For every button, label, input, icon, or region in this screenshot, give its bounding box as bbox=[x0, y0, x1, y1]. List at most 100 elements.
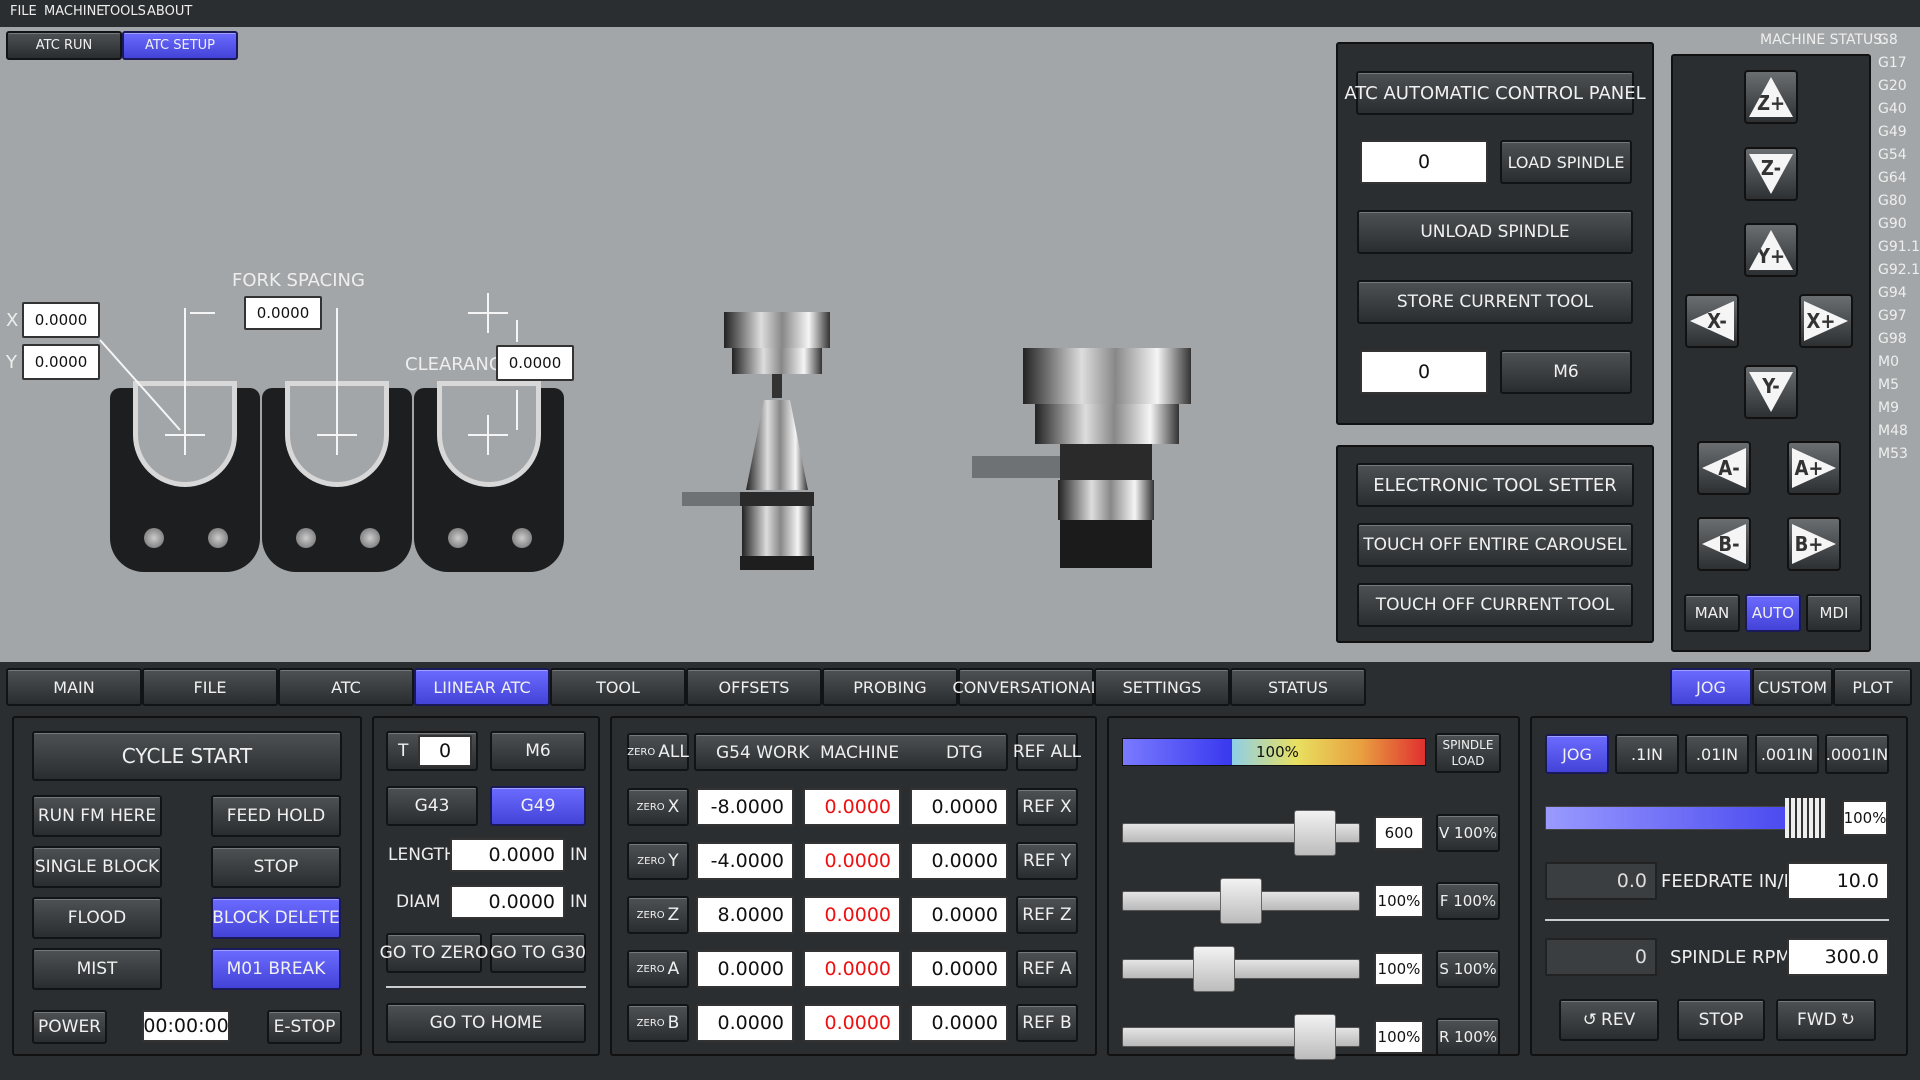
block-delete-button[interactable]: BLOCK DELETE bbox=[211, 897, 341, 939]
atc-tool-number-input[interactable]: 0 bbox=[1360, 140, 1488, 184]
main-tab-2[interactable]: ATC bbox=[278, 668, 414, 706]
menu-machine[interactable]: MACHINE bbox=[44, 4, 105, 19]
jog-speed-handle[interactable] bbox=[1785, 798, 1827, 838]
touch-off-current-tool-button[interactable]: TOUCH OFF CURRENT TOOL bbox=[1357, 583, 1633, 627]
jog-z-minus-button[interactable]: Z- bbox=[1744, 147, 1798, 201]
jog-b-plus-button[interactable]: B+ bbox=[1787, 517, 1841, 571]
go-to-home-button[interactable]: GO TO HOME bbox=[386, 1003, 586, 1043]
mode-mdi-button[interactable]: MDI bbox=[1806, 594, 1862, 632]
single-block-button[interactable]: SINGLE BLOCK bbox=[32, 846, 162, 888]
y-offset-input[interactable]: 0.0000 bbox=[22, 344, 100, 380]
stop-button[interactable]: STOP bbox=[211, 846, 341, 888]
mode-man-button[interactable]: MAN bbox=[1684, 594, 1740, 632]
feed-hold-button[interactable]: FEED HOLD bbox=[211, 795, 341, 837]
jog-x-plus-button[interactable]: X+ bbox=[1799, 294, 1853, 348]
mode-auto-button[interactable]: AUTO bbox=[1745, 594, 1801, 632]
main-tab-6[interactable]: PROBING bbox=[822, 668, 958, 706]
override-slider-handle-0[interactable] bbox=[1294, 810, 1337, 856]
zero-all-button[interactable]: ZERO ALL bbox=[627, 733, 689, 771]
jog-y-minus-button[interactable]: Y- bbox=[1744, 365, 1798, 419]
override-slider-handle-2[interactable] bbox=[1192, 946, 1235, 992]
main-tab-9[interactable]: STATUS bbox=[1230, 668, 1366, 706]
fork-spacing-input[interactable]: 0.0000 bbox=[244, 296, 322, 330]
override-button-2[interactable]: S 100% bbox=[1436, 950, 1500, 988]
work-x-value[interactable]: -8.0000 bbox=[696, 788, 794, 826]
right-tab-plot[interactable]: PLOT bbox=[1833, 668, 1912, 706]
override-button-1[interactable]: F 100% bbox=[1436, 882, 1500, 920]
mist-button[interactable]: MIST bbox=[32, 948, 162, 990]
estop-button[interactable]: E-STOP bbox=[267, 1010, 342, 1044]
spindle-stop-button[interactable]: STOP bbox=[1677, 999, 1765, 1041]
spindle-fwd-button[interactable]: FWD ↻ bbox=[1776, 999, 1876, 1041]
jog-increment-0[interactable]: JOG bbox=[1545, 734, 1609, 774]
override-slider-handle-1[interactable] bbox=[1220, 878, 1262, 924]
jog-a-minus-button[interactable]: A- bbox=[1697, 441, 1751, 495]
menu-file[interactable]: FILE bbox=[10, 4, 37, 19]
tool-length-input[interactable]: 0.0000 bbox=[450, 838, 565, 872]
main-tab-7[interactable]: CONVERSATIONAL bbox=[953, 668, 1100, 706]
main-tab-0[interactable]: MAIN bbox=[6, 668, 142, 706]
g43-button[interactable]: G43 bbox=[386, 786, 478, 826]
work-z-value[interactable]: 8.0000 bbox=[696, 896, 794, 934]
x-offset-input[interactable]: 0.0000 bbox=[22, 302, 100, 338]
store-current-tool-button[interactable]: STORE CURRENT TOOL bbox=[1357, 280, 1633, 324]
jog-z-plus-button[interactable]: Z+ bbox=[1744, 70, 1798, 124]
jog-a-plus-button[interactable]: A+ bbox=[1787, 441, 1841, 495]
cycle-start-button[interactable]: CYCLE START bbox=[32, 731, 342, 781]
jog-increment-3[interactable]: .001IN bbox=[1755, 734, 1819, 774]
unload-spindle-button[interactable]: UNLOAD SPINDLE bbox=[1357, 210, 1633, 254]
zero-b-button[interactable]: ZERO B bbox=[627, 1004, 689, 1042]
flood-button[interactable]: FLOOD bbox=[32, 897, 162, 939]
tool-m6-button[interactable]: M6 bbox=[490, 731, 586, 771]
work-y-value[interactable]: -4.0000 bbox=[696, 842, 794, 880]
ref-a-button[interactable]: REF A bbox=[1016, 950, 1078, 988]
menu-tools[interactable]: TOOLS bbox=[102, 4, 146, 19]
work-b-value[interactable]: 0.0000 bbox=[696, 1004, 794, 1042]
m6-tool-number-input[interactable]: 0 bbox=[1360, 350, 1488, 394]
main-tab-3[interactable]: LIINEAR ATC bbox=[414, 668, 550, 706]
override-slider-handle-3[interactable] bbox=[1294, 1014, 1337, 1060]
tab-atc-setup[interactable]: ATC SETUP bbox=[122, 31, 238, 60]
zero-y-button[interactable]: ZERO Y bbox=[627, 842, 689, 880]
clearance-input[interactable]: 0.0000 bbox=[496, 345, 574, 381]
main-tab-4[interactable]: TOOL bbox=[550, 668, 686, 706]
ref-x-button[interactable]: REF X bbox=[1016, 788, 1078, 826]
menu-about[interactable]: ABOUT bbox=[147, 4, 192, 19]
go-to-zero-button[interactable]: GO TO ZERO bbox=[380, 933, 488, 973]
jog-increment-4[interactable]: .0001IN bbox=[1825, 734, 1889, 774]
ref-z-button[interactable]: REF Z bbox=[1016, 896, 1078, 934]
power-button[interactable]: POWER bbox=[32, 1010, 107, 1044]
tool-diam-input[interactable]: 0.0000 bbox=[450, 885, 565, 919]
right-tab-custom[interactable]: CUSTOM bbox=[1752, 668, 1833, 706]
ref-all-button[interactable]: REF ALL bbox=[1013, 733, 1081, 771]
jog-x-minus-button[interactable]: X- bbox=[1685, 294, 1739, 348]
g49-button[interactable]: G49 bbox=[490, 786, 586, 826]
spindle-rpm-input[interactable]: 300.0 bbox=[1787, 938, 1889, 976]
main-tab-8[interactable]: SETTINGS bbox=[1094, 668, 1230, 706]
main-tab-1[interactable]: FILE bbox=[142, 668, 278, 706]
override-button-0[interactable]: V 100% bbox=[1436, 814, 1500, 852]
jog-increment-1[interactable]: .1IN bbox=[1615, 734, 1679, 774]
ref-b-button[interactable]: REF B bbox=[1016, 1004, 1078, 1042]
right-tab-jog[interactable]: JOG bbox=[1670, 668, 1752, 706]
spindle-rev-button[interactable]: ↺ REV bbox=[1559, 999, 1659, 1041]
m01-break-button[interactable]: M01 BREAK bbox=[211, 948, 341, 990]
feedrate-input[interactable]: 10.0 bbox=[1787, 862, 1889, 900]
zero-x-button[interactable]: ZERO X bbox=[627, 788, 689, 826]
ref-y-button[interactable]: REF Y bbox=[1016, 842, 1078, 880]
jog-y-plus-button[interactable]: Y+ bbox=[1744, 223, 1798, 277]
override-button-3[interactable]: R 100% bbox=[1436, 1018, 1500, 1056]
load-spindle-button[interactable]: LOAD SPINDLE bbox=[1500, 140, 1632, 184]
zero-a-button[interactable]: ZERO A bbox=[627, 950, 689, 988]
jog-increment-2[interactable]: .01IN bbox=[1685, 734, 1749, 774]
go-to-g30-button[interactable]: GO TO G30 bbox=[490, 933, 586, 973]
tab-atc-run[interactable]: ATC RUN bbox=[6, 31, 122, 60]
tool-number-input[interactable]: 0 bbox=[418, 735, 472, 767]
zero-z-button[interactable]: ZERO Z bbox=[627, 896, 689, 934]
work-a-value[interactable]: 0.0000 bbox=[696, 950, 794, 988]
jog-b-minus-button[interactable]: B- bbox=[1697, 517, 1751, 571]
atc-m6-button[interactable]: M6 bbox=[1500, 350, 1632, 394]
main-tab-5[interactable]: OFFSETS bbox=[686, 668, 822, 706]
run-from-here-button[interactable]: RUN FM HERE bbox=[32, 795, 162, 837]
touch-off-carousel-button[interactable]: TOUCH OFF ENTIRE CAROUSEL bbox=[1357, 523, 1633, 567]
